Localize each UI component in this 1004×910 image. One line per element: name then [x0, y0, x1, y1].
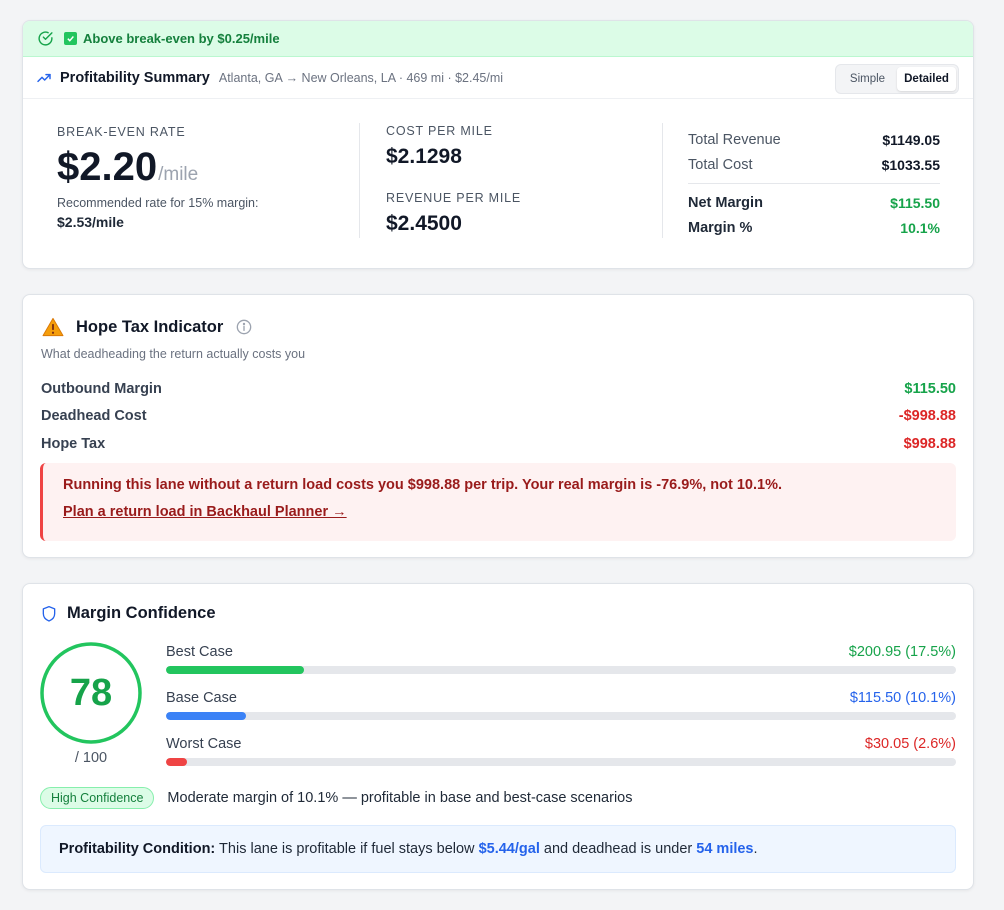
hope-tax-value: $998.88 [903, 435, 956, 452]
total-cost-value: $1033.55 [881, 156, 940, 173]
scenario-base: Base Case $115.50 (10.1%) [166, 690, 956, 720]
hope-tax-subtitle: What deadheading the return actually cos… [41, 347, 306, 361]
break-even-section: BREAK-EVEN RATE $2.20 /mile Recommended … [57, 125, 258, 230]
scenario-best: Best Case $200.95 (17.5%) [166, 644, 956, 674]
worst-case-value: $30.05 (2.6%) [864, 736, 956, 752]
total-cost-label: Total Cost [688, 156, 753, 173]
best-case-label: Best Case [166, 644, 233, 660]
deadhead-threshold: 54 miles [696, 841, 754, 857]
hope-tax-title: Hope Tax Indicator [76, 317, 224, 336]
hope-tax-alert: Running this lane without a return load … [40, 463, 956, 541]
info-icon[interactable] [236, 319, 252, 335]
divider [662, 123, 663, 238]
worst-case-label: Worst Case [166, 736, 242, 752]
worst-case-bar [166, 758, 956, 766]
warning-icon [42, 317, 64, 337]
divider [359, 123, 360, 238]
confidence-badge-row: High Confidence Moderate margin of 10.1%… [40, 787, 632, 809]
condition-label: Profitability Condition: [59, 841, 216, 857]
condition-period: . [753, 841, 758, 857]
best-case-bar-fill [166, 666, 305, 674]
deadhead-cost-label: Deadhead Cost [41, 408, 147, 425]
per-mile-section: COST PER MILE $2.1298 REVENUE PER MILE $… [386, 124, 521, 236]
worst-case-bar-fill [166, 758, 187, 766]
revenue-per-mile-value: $2.4500 [386, 212, 462, 235]
best-case-bar [166, 666, 956, 674]
margin-pct-value: 10.1% [900, 219, 940, 236]
confidence-badge: High Confidence [40, 787, 155, 809]
break-even-unit: /mile [158, 164, 199, 185]
break-even-banner: Above break-even by $0.25/mile [23, 21, 973, 57]
view-toggle: Simple Detailed [835, 64, 959, 94]
base-case-value: $115.50 (10.1%) [849, 690, 956, 706]
shield-icon [42, 605, 56, 622]
backhaul-planner-link[interactable]: Plan a return load in Backhaul Planner → [63, 504, 347, 520]
base-case-bar [166, 712, 956, 720]
condition-text: This lane is profitable if fuel stays be… [219, 841, 475, 857]
detailed-view-button[interactable]: Detailed [897, 67, 956, 91]
net-margin-label: Net Margin [688, 194, 763, 211]
outbound-margin-label: Outbound Margin [41, 380, 162, 397]
cost-per-mile-value: $2.1298 [386, 145, 462, 168]
profitability-condition: Profitability Condition: This lane is pr… [40, 825, 956, 873]
fuel-threshold: $5.44/gal [478, 841, 540, 857]
summary-title: Profitability Summary [60, 69, 210, 86]
condition-text: and deadhead is under [543, 841, 693, 857]
total-revenue-value: $1149.05 [882, 131, 940, 148]
scenario-worst: Worst Case $30.05 (2.6%) [166, 736, 956, 766]
revenue-per-mile-label: REVENUE PER MILE [386, 191, 522, 205]
confidence-description: Moderate margin of 10.1% — profitable in… [167, 790, 633, 806]
divider [688, 183, 940, 184]
trending-up-icon [37, 73, 51, 82]
best-case-value: $200.95 (17.5%) [848, 644, 956, 660]
net-margin-value: $115.50 [890, 194, 940, 211]
outbound-margin-value: $115.50 [904, 380, 956, 397]
break-even-value: $2.20 [57, 145, 158, 189]
confidence-score-gauge: 78 [40, 642, 142, 744]
route-subtitle: Atlanta, GA → New Orleans, LA · 469 mi ·… [218, 70, 504, 85]
total-revenue-label: Total Revenue [688, 131, 781, 148]
hope-tax-row: Hope Tax $998.88 [41, 430, 956, 458]
margin-pct-label: Margin % [688, 219, 753, 236]
hope-tax-row: Outbound Margin $115.50 [41, 375, 956, 403]
base-case-bar-fill [166, 712, 246, 720]
hope-tax-rows: Outbound Margin $115.50 Deadhead Cost -$… [41, 375, 956, 458]
banner-text: Above break-even by $0.25/mile [83, 31, 280, 46]
simple-view-button[interactable]: Simple [838, 67, 897, 91]
margin-confidence-card: Margin Confidence 78 / 100 Best Case $20… [22, 583, 974, 890]
hope-tax-row: Deadhead Cost -$998.88 [41, 403, 956, 431]
deadhead-cost-value: -$998.88 [898, 408, 956, 425]
totals-section: Total Revenue $1149.05 Total Cost $1033.… [688, 127, 940, 240]
cost-per-mile-label: COST PER MILE [386, 124, 493, 138]
alert-text: Running this lane without a return load … [63, 477, 782, 493]
base-case-label: Base Case [166, 690, 237, 706]
margin-confidence-title: Margin Confidence [67, 604, 216, 622]
recommended-rate-value: $2.53/mile [57, 214, 124, 230]
circle-check-icon [38, 31, 53, 46]
profitability-summary-card: Above break-even by $0.25/mile Profitabi… [22, 20, 974, 269]
confidence-score: 78 [69, 671, 113, 714]
hope-tax-card: Hope Tax Indicator What deadheading the … [22, 294, 974, 558]
recommended-rate-label: Recommended rate for 15% margin: [57, 196, 259, 210]
break-even-label: BREAK-EVEN RATE [57, 125, 186, 139]
hope-tax-label: Hope Tax [41, 435, 106, 452]
confidence-score-max: / 100 [74, 750, 108, 766]
summary-header: Profitability Summary Atlanta, GA → New … [23, 57, 973, 99]
checkbox-icon [64, 32, 77, 45]
summary-metrics: BREAK-EVEN RATE $2.20 /mile Recommended … [23, 99, 973, 267]
